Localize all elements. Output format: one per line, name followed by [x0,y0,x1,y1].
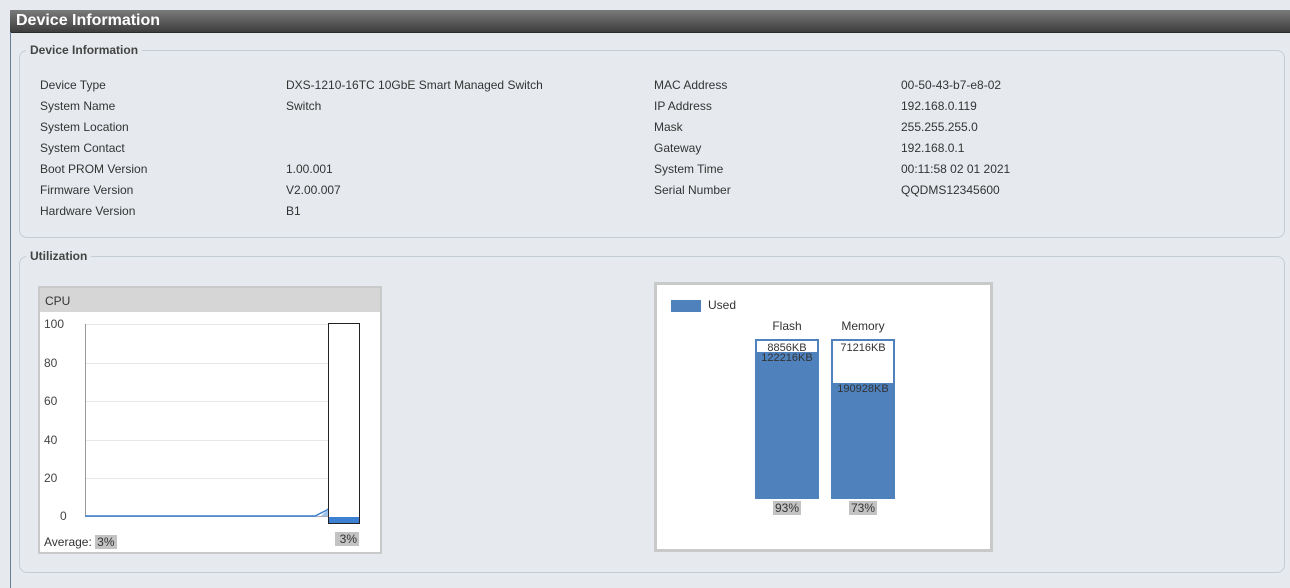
cpu-y-tick-60: 60 [44,394,58,408]
flash-bar: 8856KB 122216KB [755,339,819,499]
page-title: Device Information [16,12,161,29]
flash-used-value: 122216KB [761,351,813,364]
label-system-name: System Name [40,99,116,113]
cpu-y-axis [85,324,86,517]
memory-free-value: 71216KB [840,342,886,354]
cpu-chart-panel: CPU 100 80 60 40 20 0 Average: 3% 3% [38,286,382,554]
flash-bar-label: Flash [772,319,802,333]
value-serial-number: QQDMS12345600 [901,183,1000,197]
memory-bar: 71216KB 190928KB [831,339,895,499]
cpu-average-value: 3% [95,535,117,549]
cpu-gridline [86,363,332,364]
page-header: Device Information [10,10,1290,33]
label-hardware-version: Hardware Version [40,204,136,218]
label-firmware-version: Firmware Version [40,183,134,197]
cpu-gridline [86,440,332,441]
value-hardware-version: B1 [286,204,301,218]
memory-used-value: 190928KB [837,383,889,396]
memory-bar-label: Memory [841,319,885,333]
cpu-current-value: 3% [335,532,359,546]
cpu-chart-header: CPU [40,288,380,312]
label-gateway: Gateway [654,141,702,155]
cpu-gridline [86,324,332,325]
device-information-section: Device Information [19,43,1285,238]
memory-bar-used [833,383,893,497]
memory-chart-panel: Used Flash 8856KB 122216KB 93% Memory 71… [654,282,993,552]
label-ip-address: IP Address [654,99,712,113]
value-ip-address: 192.168.0.119 [901,99,977,113]
value-firmware-version: V2.00.007 [286,183,341,197]
used-legend-swatch [671,300,701,312]
cpu-y-tick-80: 80 [44,356,58,370]
value-mask: 255.255.255.0 [901,120,978,134]
flash-percent-value: 93% [772,501,802,515]
label-system-contact: System Contact [40,141,125,155]
label-mask: Mask [654,120,683,134]
used-legend-label: Used [708,298,737,312]
utilization-legend: Utilization [30,249,88,263]
cpu-history-line [85,505,333,517]
frame-border [10,32,11,588]
cpu-y-tick-20: 20 [44,471,58,485]
value-boot-prom-version: 1.00.001 [286,162,333,176]
cpu-gridline [86,478,332,479]
value-system-time: 00:11:58 02 01 2021 [901,162,1011,176]
flash-percent: 93% [755,501,819,515]
cpu-current-bar [328,323,360,524]
memory-percent: 73% [831,501,895,515]
cpu-average-label: Average: [44,535,92,549]
device-information-legend: Device Information [30,43,139,57]
cpu-chart-title: CPU [45,294,71,308]
label-mac-address: MAC Address [654,78,728,92]
value-device-type: DXS-1210-16TC 10GbE Smart Managed Switch [286,78,543,92]
label-device-type: Device Type [40,78,106,92]
cpu-average: Average: 3% [44,535,117,549]
cpu-current-bar-fill [329,517,359,523]
label-system-location: System Location [40,120,129,134]
value-mac-address: 00-50-43-b7-e8-02 [901,78,1002,92]
memory-percent-value: 73% [848,501,878,515]
cpu-y-tick-100: 100 [44,317,65,331]
value-system-name: Switch [286,99,322,113]
value-gateway: 192.168.0.1 [901,141,965,155]
label-system-time: System Time [654,162,724,176]
label-boot-prom-version: Boot PROM Version [40,162,148,176]
cpu-y-tick-0: 0 [60,509,67,523]
cpu-gridline [86,401,332,402]
label-serial-number: Serial Number [654,183,731,197]
flash-bar-used [757,351,817,497]
cpu-y-tick-40: 40 [44,433,58,447]
